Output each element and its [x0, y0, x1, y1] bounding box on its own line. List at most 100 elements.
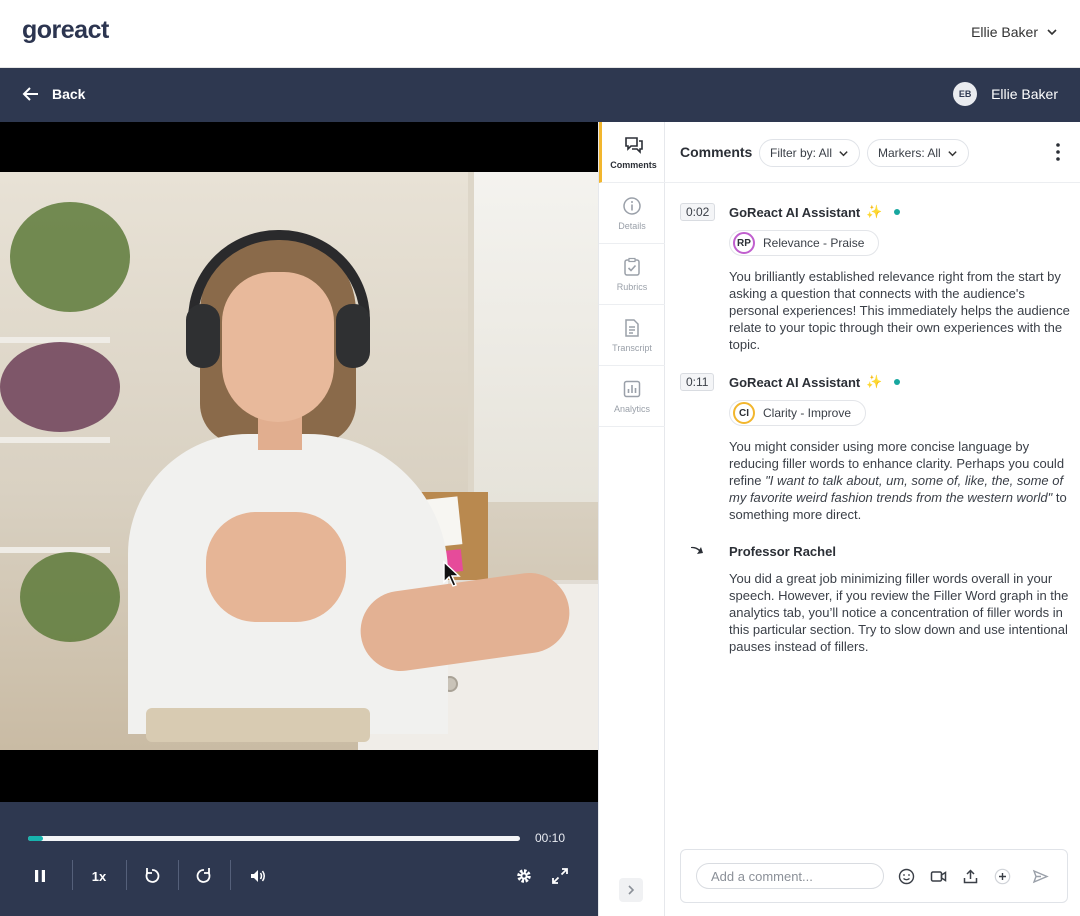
- more-options-icon[interactable]: [1054, 142, 1062, 162]
- user-menu[interactable]: Ellie Baker: [971, 24, 1058, 40]
- tab-label: Analytics: [613, 403, 650, 414]
- collapse-button[interactable]: [619, 878, 643, 902]
- plant: [20, 552, 120, 642]
- upload-icon: [963, 868, 977, 883]
- markers-label: Markers: All: [878, 146, 941, 160]
- pause-icon: [35, 870, 45, 882]
- comment-timestamp[interactable]: 0:11: [680, 373, 715, 391]
- comment-composer: [680, 849, 1068, 903]
- video-player[interactable]: [0, 122, 598, 802]
- tab-transcript[interactable]: Transcript: [599, 305, 665, 366]
- info-icon: [623, 196, 641, 215]
- author-name: GoReact AI Assistant: [729, 374, 861, 390]
- plant: [10, 202, 130, 312]
- speed-button[interactable]: 1x: [84, 860, 114, 892]
- forward-button[interactable]: [190, 860, 218, 892]
- add-button[interactable]: [991, 865, 1013, 887]
- progress-bar[interactable]: [28, 836, 520, 841]
- back-label: Back: [52, 86, 86, 102]
- comment-author: GoReact AI Assistant ✨: [729, 374, 901, 390]
- tab-label: Transcript: [612, 342, 652, 353]
- emoji-icon: [898, 868, 914, 884]
- send-button[interactable]: [1029, 865, 1051, 887]
- forward-icon: [196, 868, 211, 883]
- video-frame[interactable]: [0, 172, 598, 750]
- sparkle-icon: ✨: [866, 374, 883, 389]
- divider: [126, 860, 127, 890]
- comments-icon: [624, 136, 643, 154]
- progress-fill: [28, 836, 43, 841]
- filter-label: Filter by: All: [770, 146, 833, 160]
- tab-rail: Comments Details Rubrics Transcript Anal…: [598, 122, 665, 916]
- comment-text: You brilliantly established relevance ri…: [729, 269, 1070, 352]
- upload-button[interactable]: [959, 865, 981, 887]
- user-menu-name: Ellie Baker: [971, 24, 1038, 40]
- top-bar: goreact Ellie Baker: [0, 0, 1080, 68]
- status-dot: [894, 379, 901, 385]
- sparkle-icon: ✨: [866, 204, 883, 219]
- panel-header: Comments Filter by: All Markers: All: [665, 122, 1080, 183]
- pause-button[interactable]: [26, 860, 54, 892]
- comment-quote: "I want to talk about, um, some of, like…: [729, 473, 1064, 505]
- comment-input[interactable]: [696, 863, 884, 889]
- tab-comments[interactable]: Comments: [599, 122, 665, 183]
- tab-details[interactable]: Details: [599, 183, 665, 244]
- back-button[interactable]: Back: [22, 85, 85, 103]
- settings-button[interactable]: [510, 860, 538, 892]
- marker-label: Clarity - Improve: [763, 406, 852, 420]
- comments-panel: Comments Filter by: All Markers: All 0:0…: [665, 122, 1080, 916]
- plus-circle-icon: [994, 868, 1010, 884]
- divider: [72, 860, 73, 890]
- marker-badge: CI: [733, 402, 755, 424]
- author-name: GoReact AI Assistant: [729, 204, 861, 220]
- marker-badge: RP: [733, 232, 755, 254]
- headphone-earcup: [186, 304, 220, 368]
- divider: [230, 860, 231, 890]
- volume-button[interactable]: [244, 860, 272, 892]
- reply-arrow-icon: [691, 546, 703, 554]
- reply-author: Professor Rachel: [729, 544, 836, 559]
- rubric-icon: [624, 257, 640, 276]
- time-display: 00:10: [535, 831, 566, 845]
- emoji-button[interactable]: [895, 865, 917, 887]
- reply-text: You did a great job minimizing filler wo…: [729, 571, 1069, 654]
- comment-timestamp[interactable]: 0:02: [680, 203, 716, 221]
- divider: [178, 860, 179, 890]
- tab-rubrics[interactable]: Rubrics: [599, 244, 665, 305]
- filter-dropdown[interactable]: Filter by: All: [759, 139, 861, 167]
- headphone-earcup: [336, 304, 370, 368]
- gear-icon: [517, 869, 531, 883]
- shelf: [0, 547, 110, 553]
- transcript-icon: [625, 318, 639, 337]
- fullscreen-button[interactable]: [546, 860, 574, 892]
- expand-icon: [552, 868, 568, 884]
- marker-tag[interactable]: CI Clarity - Improve: [729, 400, 867, 426]
- tab-label: Details: [618, 220, 646, 231]
- person-hands: [206, 512, 346, 622]
- video-comment-button[interactable]: [927, 865, 949, 887]
- nav-user[interactable]: EB Ellie Baker: [953, 82, 1058, 106]
- chevron-down-icon: [839, 150, 848, 156]
- volume-icon: [251, 870, 265, 882]
- nav-bar: Back EB Ellie Baker: [0, 68, 1080, 122]
- rewind-button[interactable]: [138, 860, 166, 892]
- video-camera-icon: [930, 870, 946, 882]
- marker-label: Relevance - Praise: [763, 236, 865, 250]
- person-belt: [146, 708, 370, 742]
- control-row: 1x: [0, 860, 598, 892]
- goreact-logo[interactable]: goreact: [22, 16, 109, 45]
- panel-title: Comments: [680, 144, 753, 160]
- chevron-down-icon: [948, 150, 957, 156]
- comment-author: GoReact AI Assistant ✨: [729, 204, 901, 220]
- player-controls: 00:10 1x: [0, 802, 598, 916]
- comment-text: You might consider using more concise la…: [729, 438, 1074, 523]
- shelf: [0, 437, 110, 443]
- tab-analytics[interactable]: Analytics: [599, 366, 665, 427]
- plant: [0, 342, 120, 432]
- marker-tag[interactable]: RP Relevance - Praise: [729, 230, 880, 256]
- markers-dropdown[interactable]: Markers: All: [867, 139, 969, 167]
- tab-label: Comments: [610, 159, 657, 170]
- analytics-icon: [623, 380, 641, 397]
- arrow-left-icon: [22, 87, 38, 101]
- rewind-icon: [145, 868, 160, 883]
